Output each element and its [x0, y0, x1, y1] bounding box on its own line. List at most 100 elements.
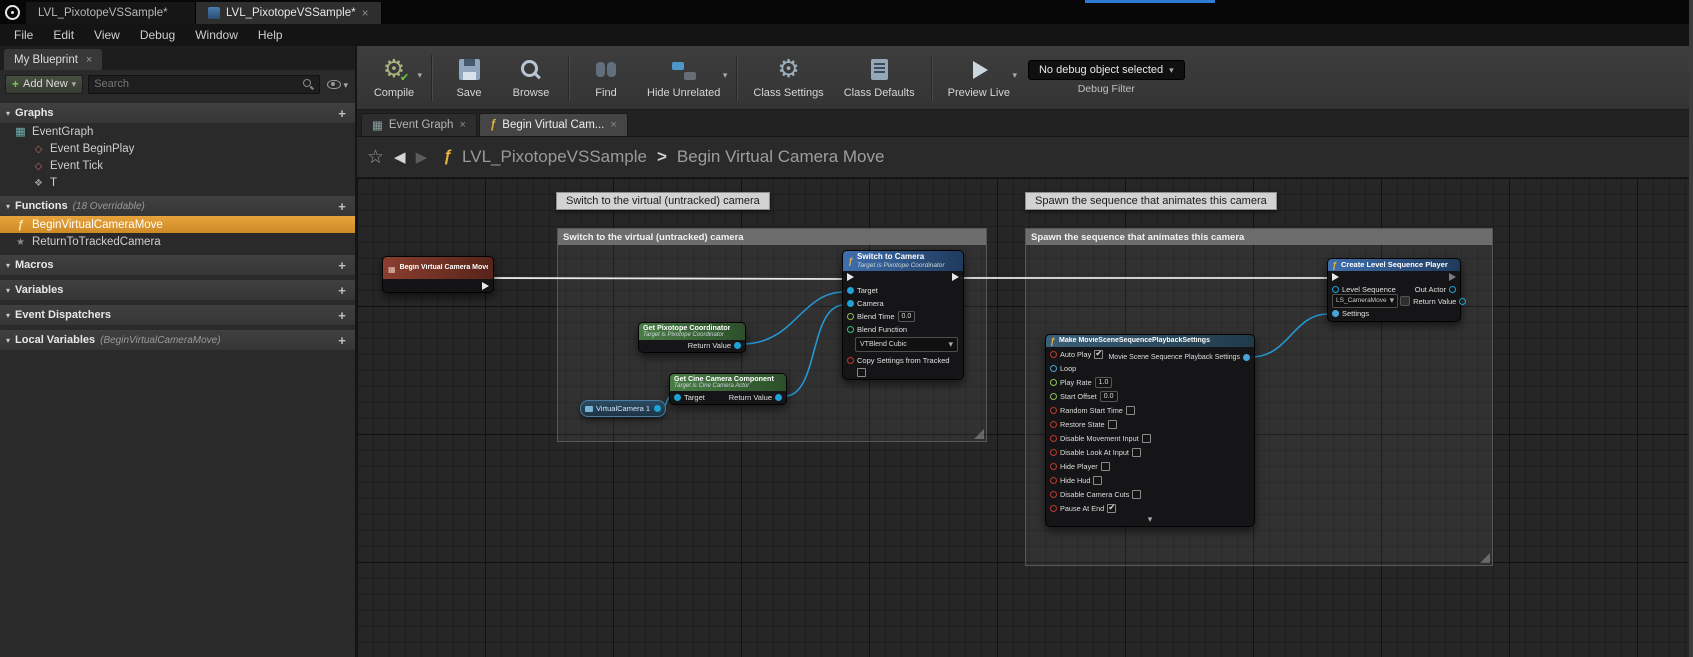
- pin-checkbox[interactable]: [1132, 490, 1141, 499]
- out-actor-pin[interactable]: [1449, 286, 1456, 293]
- input-pin[interactable]: [1050, 379, 1057, 386]
- graph-tree-item[interactable]: T: [0, 174, 355, 191]
- section-header-local-variables[interactable]: Local Variables (BeginVirtualCameraMove): [0, 330, 355, 350]
- input-pin[interactable]: [1050, 365, 1057, 372]
- my-blueprint-tab[interactable]: My Blueprint: [4, 49, 102, 70]
- target-pin[interactable]: [674, 394, 681, 401]
- pin-checkbox[interactable]: [1101, 462, 1110, 471]
- return-value-pin[interactable]: [734, 342, 741, 349]
- menu-item[interactable]: View: [84, 24, 130, 46]
- section-header-functions[interactable]: Functions (18 Overridable): [0, 196, 355, 216]
- input-pin[interactable]: [1050, 491, 1057, 498]
- pin-checkbox[interactable]: [1132, 448, 1141, 457]
- search-input[interactable]: [94, 78, 303, 90]
- tab-begin-virtual-camera[interactable]: Begin Virtual Cam...: [479, 113, 628, 136]
- add-variable-button[interactable]: [335, 283, 349, 298]
- section-header-macros[interactable]: Macros: [0, 255, 355, 275]
- section-header-graphs[interactable]: Graphs: [0, 103, 355, 123]
- node-get-pixotope-coordinator[interactable]: Get Pixotope Coordinator Target is Pixot…: [638, 322, 746, 353]
- bookmark-star-icon[interactable]: [367, 146, 384, 169]
- pin-checkbox[interactable]: [1107, 504, 1116, 513]
- pin-checkbox[interactable]: [1094, 350, 1103, 359]
- class-defaults-button[interactable]: Class Defaults: [836, 50, 923, 106]
- close-tab-icon[interactable]: [362, 6, 369, 20]
- add-graph-button[interactable]: [335, 106, 349, 121]
- settings-pin[interactable]: [1332, 310, 1339, 317]
- chevron-down-icon[interactable]: [1012, 70, 1017, 81]
- input-pin[interactable]: [1050, 351, 1057, 358]
- pin-checkbox[interactable]: [1142, 434, 1151, 443]
- menu-item[interactable]: Window: [185, 24, 248, 46]
- view-options-button[interactable]: [325, 75, 350, 93]
- save-button[interactable]: Save: [440, 50, 498, 106]
- data-wire-settings-to-create[interactable]: [1251, 314, 1328, 357]
- close-tab-icon[interactable]: [610, 119, 616, 131]
- blend-function-pin[interactable]: [847, 326, 854, 333]
- input-pin[interactable]: [1050, 463, 1057, 470]
- chevron-down-icon[interactable]: [417, 70, 422, 81]
- input-pin[interactable]: [1050, 477, 1057, 484]
- input-pin[interactable]: [1050, 449, 1057, 456]
- compile-button[interactable]: Compile: [365, 50, 423, 106]
- blend-time-value[interactable]: 0.0: [898, 311, 916, 322]
- blend-time-pin[interactable]: [847, 313, 854, 320]
- settings-out-pin[interactable]: [1243, 354, 1250, 361]
- graph-canvas[interactable]: Switch to the virtual (untracked) camera…: [357, 178, 1693, 657]
- graph-tree-item[interactable]: Event Tick: [0, 157, 355, 174]
- exec-out-pin[interactable]: [952, 273, 959, 281]
- menu-item[interactable]: Debug: [130, 24, 185, 46]
- section-header-event-dispatchers[interactable]: Event Dispatchers: [0, 305, 355, 325]
- input-pin[interactable]: [1050, 421, 1057, 428]
- input-pin[interactable]: [1050, 393, 1057, 400]
- hide-unrelated-button[interactable]: Hide Unrelated: [639, 50, 728, 106]
- pin-value[interactable]: 1.0: [1095, 377, 1113, 388]
- node-virtual-camera-variable[interactable]: VirtualCamera 1: [580, 400, 666, 417]
- pin-checkbox[interactable]: [1108, 420, 1117, 429]
- return-value-pin[interactable]: [775, 394, 782, 401]
- return-value-pin[interactable]: [1459, 298, 1466, 305]
- menu-item[interactable]: File: [4, 24, 43, 46]
- browse-button[interactable]: Browse: [502, 50, 560, 106]
- add-function-button[interactable]: [335, 199, 349, 214]
- camera-pin[interactable]: [847, 300, 854, 307]
- exec-in-pin[interactable]: [1332, 273, 1339, 281]
- node-make-playback-settings[interactable]: Make MovieSceneSequencePlaybackSettings …: [1045, 334, 1255, 527]
- copy-settings-checkbox[interactable]: [857, 368, 866, 377]
- expand-arrow-icon[interactable]: [1046, 515, 1254, 524]
- find-button[interactable]: Find: [577, 50, 635, 106]
- exec-out-pin[interactable]: [482, 282, 489, 290]
- exec-out-pin[interactable]: [1449, 273, 1456, 281]
- window-tab-inactive[interactable]: LVL_PixotopeVSSample*: [26, 2, 196, 24]
- graph-tree-item[interactable]: Event BeginPlay: [0, 140, 355, 157]
- debug-object-dropdown[interactable]: No debug object selected: [1028, 60, 1185, 80]
- add-macro-button[interactable]: [335, 258, 349, 273]
- preview-live-button[interactable]: Preview Live: [940, 50, 1018, 106]
- breadcrumb-root[interactable]: LVL_PixotopeVSSample: [462, 147, 647, 167]
- function-tree-item[interactable]: BeginVirtualCameraMove: [0, 216, 355, 233]
- node-switch-to-camera[interactable]: Switch to Camera Target is Pixotope Coor…: [842, 250, 964, 380]
- add-local-variable-button[interactable]: [335, 333, 349, 348]
- level-sequence-pin[interactable]: [1332, 286, 1339, 293]
- node-create-level-sequence-player[interactable]: Create Level Sequence Player Level Seque…: [1327, 258, 1461, 322]
- add-dispatcher-button[interactable]: [335, 308, 349, 323]
- node-get-cine-camera-component[interactable]: Get Cine Camera Component Target is Cine…: [669, 373, 787, 405]
- menu-item[interactable]: Help: [248, 24, 293, 46]
- add-new-button[interactable]: Add New: [5, 75, 83, 94]
- chevron-down-icon[interactable]: [723, 70, 728, 81]
- target-pin[interactable]: [847, 287, 854, 294]
- pin-value[interactable]: 0.0: [1100, 391, 1118, 402]
- pin-checkbox[interactable]: [1126, 406, 1135, 415]
- forward-arrow-icon[interactable]: [416, 148, 428, 167]
- copy-settings-pin[interactable]: [847, 357, 854, 364]
- input-pin[interactable]: [1050, 407, 1057, 414]
- pin-checkbox[interactable]: [1093, 476, 1102, 485]
- menu-item[interactable]: Edit: [43, 24, 84, 46]
- window-tab-active[interactable]: LVL_PixotopeVSSample*: [196, 2, 382, 24]
- close-tab-icon[interactable]: [459, 119, 465, 131]
- search-box[interactable]: [88, 75, 320, 94]
- data-wire-cinecamera-to-camera[interactable]: [785, 305, 844, 396]
- data-wire-coordinator-to-target[interactable]: [742, 292, 844, 344]
- close-panel-icon[interactable]: [86, 54, 92, 66]
- browse-asset-button[interactable]: [1400, 296, 1410, 306]
- variable-out-pin[interactable]: [654, 405, 661, 412]
